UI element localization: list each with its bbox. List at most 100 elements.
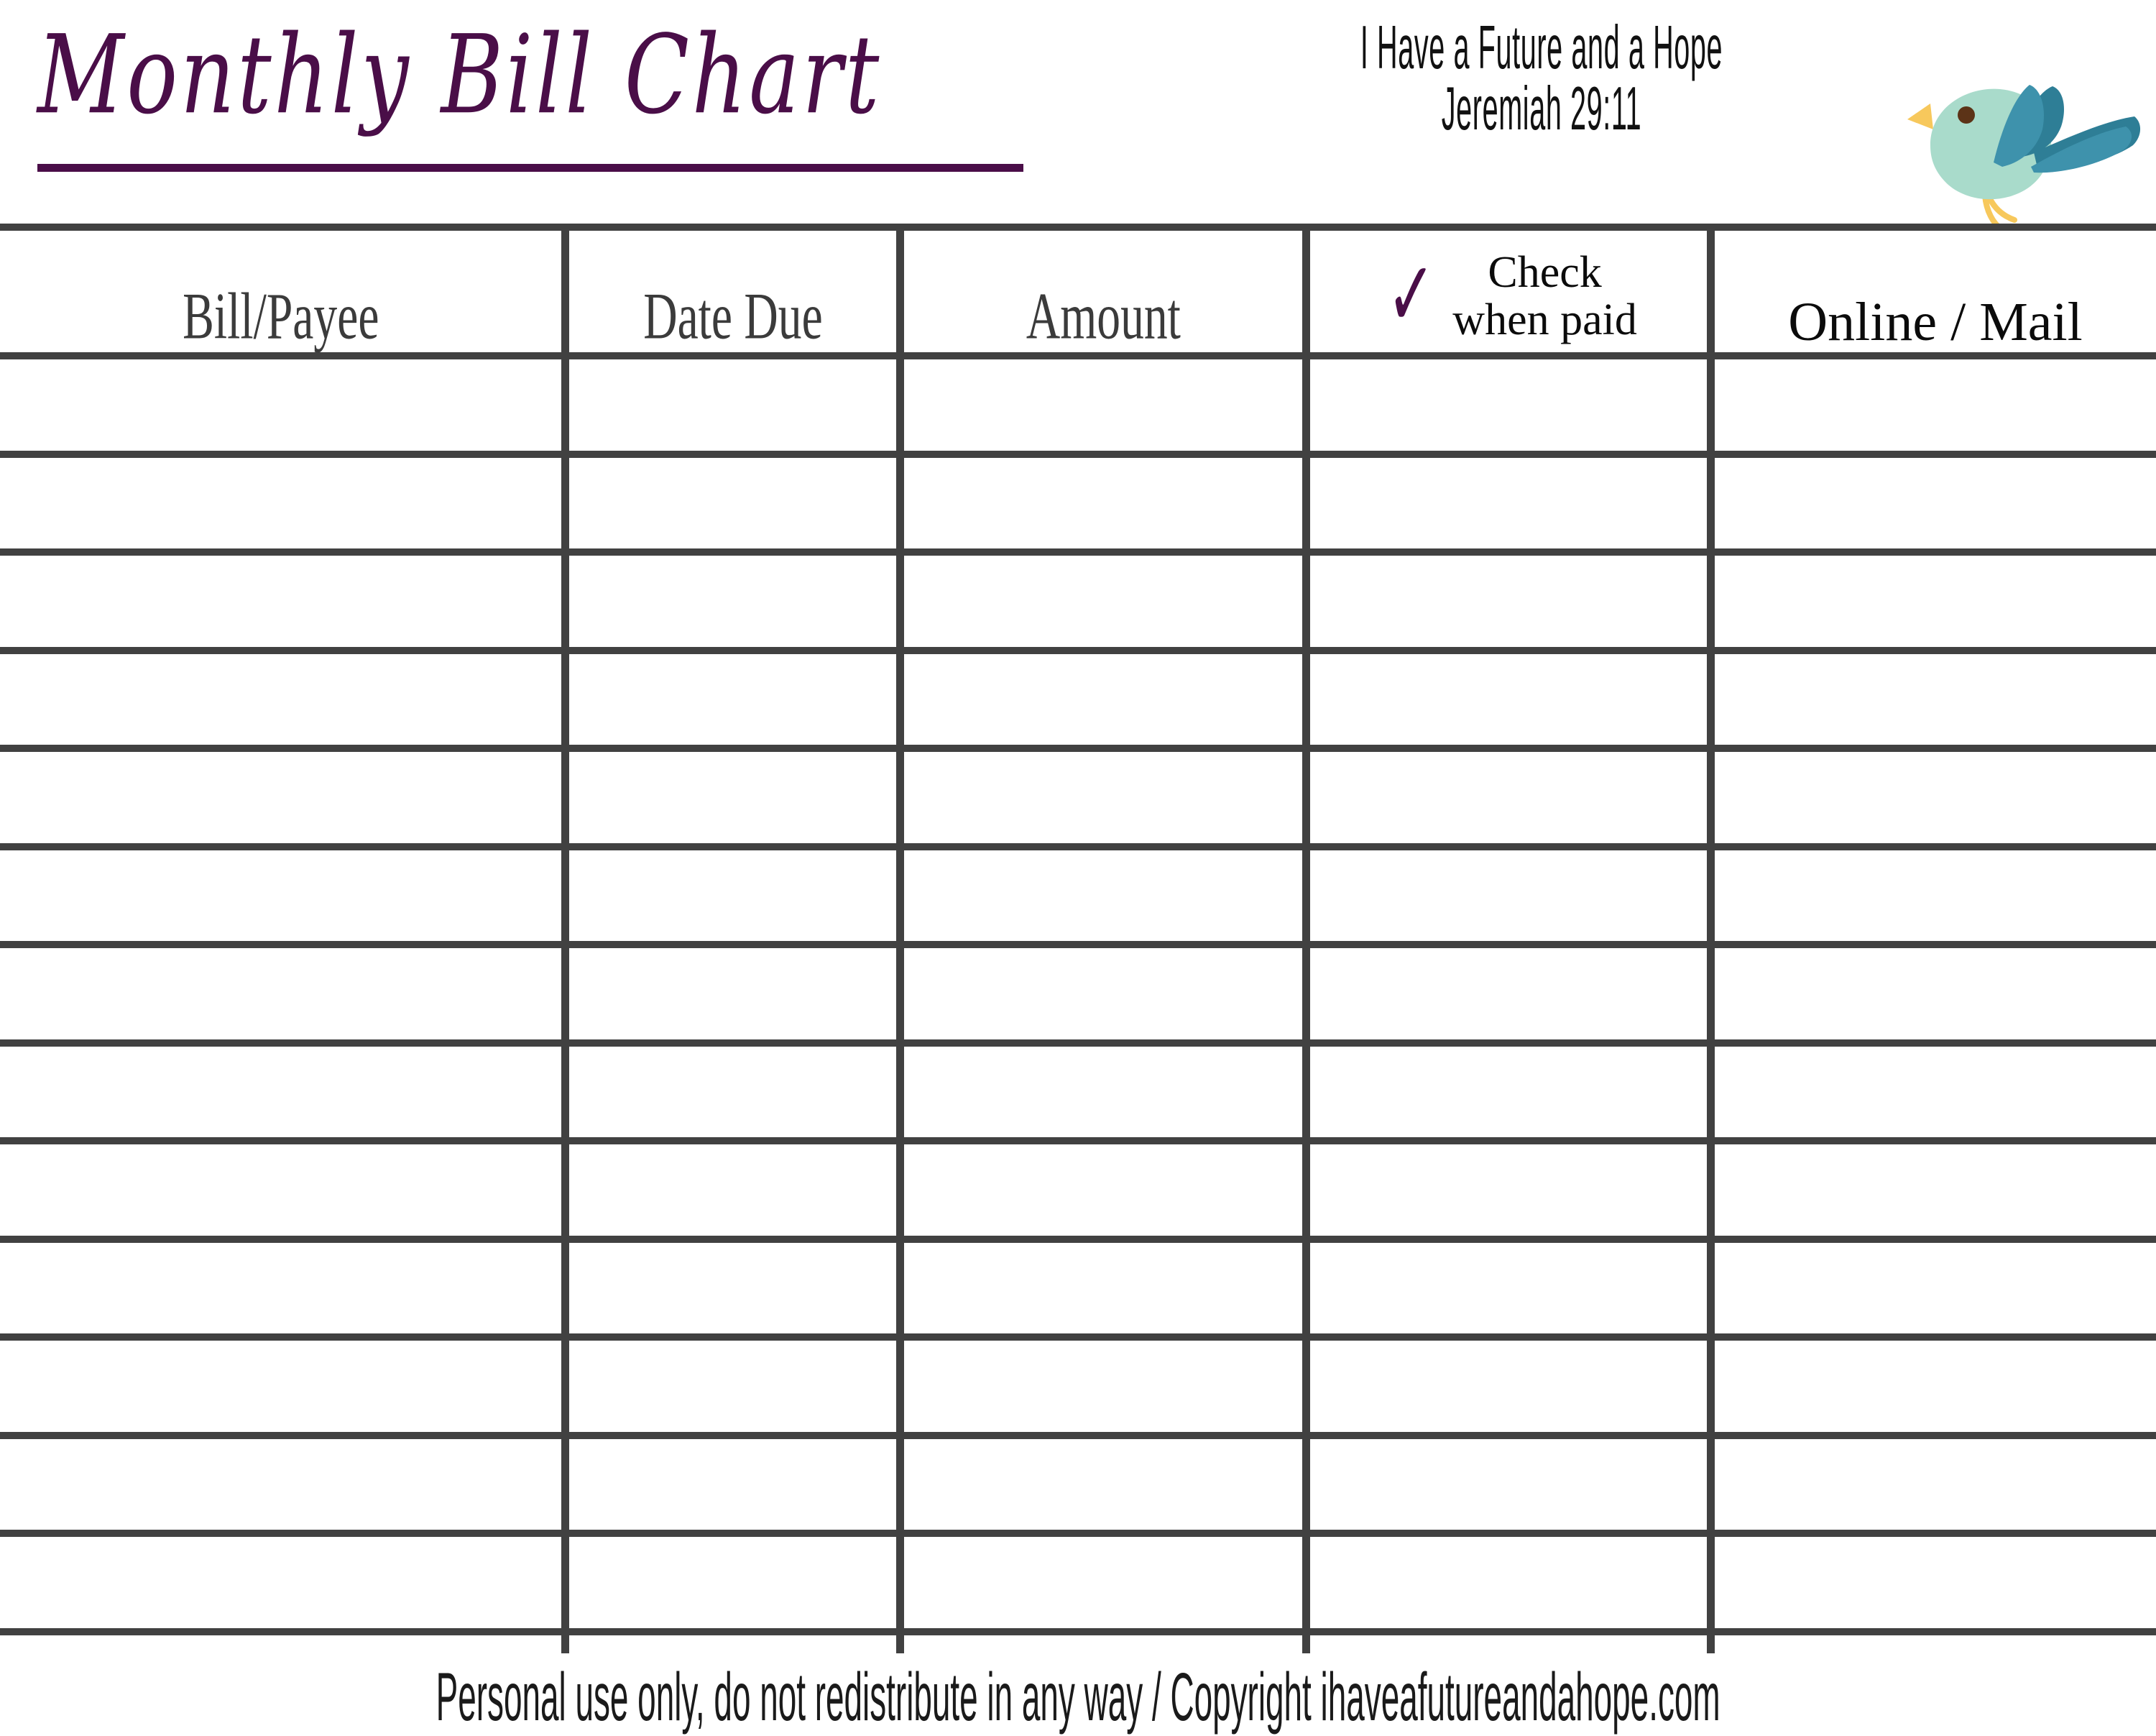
cell-bill-payee[interactable] bbox=[0, 1439, 561, 1530]
cell-check-paid[interactable] bbox=[1310, 1341, 1707, 1432]
column-header-check-when-paid: ✓ Check when paid bbox=[1310, 231, 1707, 352]
cell-date-due[interactable] bbox=[569, 359, 896, 451]
cell-date-due[interactable] bbox=[569, 752, 896, 843]
cell-bill-payee[interactable] bbox=[0, 752, 561, 843]
cell-amount[interactable] bbox=[904, 654, 1302, 745]
column-divider-3-body bbox=[1302, 359, 1310, 1653]
column-divider-1-body bbox=[561, 359, 569, 1653]
cell-date-due[interactable] bbox=[569, 948, 896, 1039]
cell-amount[interactable] bbox=[904, 850, 1302, 942]
cell-online-mail[interactable] bbox=[1715, 1537, 2156, 1628]
cell-check-paid[interactable] bbox=[1310, 850, 1707, 942]
row-divider bbox=[0, 451, 2156, 458]
column-divider-4-body bbox=[1707, 359, 1715, 1653]
cell-online-mail[interactable] bbox=[1715, 1047, 2156, 1138]
cell-date-due[interactable] bbox=[569, 850, 896, 942]
cell-check-paid[interactable] bbox=[1310, 948, 1707, 1039]
cell-bill-payee[interactable] bbox=[0, 1047, 561, 1138]
cell-date-due[interactable] bbox=[569, 1341, 896, 1432]
cell-bill-payee[interactable] bbox=[0, 1537, 561, 1628]
table-top-border bbox=[0, 224, 2156, 231]
column-header-online-mail-label: Online / Mail bbox=[1788, 292, 2083, 352]
page-footer: Personal use only, do not redistribute i… bbox=[0, 1658, 2156, 1735]
cell-check-paid[interactable] bbox=[1310, 458, 1707, 549]
cell-online-mail[interactable] bbox=[1715, 948, 2156, 1039]
row-divider bbox=[0, 1137, 2156, 1144]
cell-online-mail[interactable] bbox=[1715, 1144, 2156, 1236]
cell-online-mail[interactable] bbox=[1715, 556, 2156, 647]
cell-bill-payee[interactable] bbox=[0, 1341, 561, 1432]
row-divider bbox=[0, 1628, 2156, 1635]
column-header-online-mail: Online / Mail bbox=[1715, 231, 2156, 352]
cell-online-mail[interactable] bbox=[1715, 654, 2156, 745]
cell-amount[interactable] bbox=[904, 1537, 1302, 1628]
cell-online-mail[interactable] bbox=[1715, 752, 2156, 843]
cell-bill-payee[interactable] bbox=[0, 1144, 561, 1236]
cell-check-paid[interactable] bbox=[1310, 1243, 1707, 1334]
tagline-block: I Have a Future and a Hope Jeremiah 29:1… bbox=[1179, 12, 1904, 139]
cell-date-due[interactable] bbox=[569, 1537, 896, 1628]
cell-check-paid[interactable] bbox=[1310, 752, 1707, 843]
title-underline bbox=[37, 164, 1023, 172]
row-divider bbox=[0, 941, 2156, 948]
cell-amount[interactable] bbox=[904, 1243, 1302, 1334]
cell-bill-payee[interactable] bbox=[0, 458, 561, 549]
cell-amount[interactable] bbox=[904, 1439, 1302, 1530]
column-header-amount: Amount bbox=[904, 231, 1302, 352]
cell-date-due[interactable] bbox=[569, 1047, 896, 1138]
header-bottom-border bbox=[0, 352, 2156, 359]
row-divider bbox=[0, 1039, 2156, 1047]
cell-check-paid[interactable] bbox=[1310, 1144, 1707, 1236]
column-divider-2-body bbox=[896, 359, 904, 1653]
cell-date-due[interactable] bbox=[569, 458, 896, 549]
row-divider bbox=[0, 1530, 2156, 1537]
cell-amount[interactable] bbox=[904, 752, 1302, 843]
cell-online-mail[interactable] bbox=[1715, 1439, 2156, 1530]
row-divider bbox=[0, 745, 2156, 752]
cell-check-paid[interactable] bbox=[1310, 1537, 1707, 1628]
row-divider bbox=[0, 1236, 2156, 1243]
tagline-primary: I Have a Future and a Hope bbox=[1360, 12, 1723, 81]
copyright-notice: Personal use only, do not redistribute i… bbox=[436, 1658, 1720, 1735]
table-header-row: Bill/Payee Date Due Amount ✓ Check when … bbox=[0, 231, 2156, 352]
tagline-scripture-reference: Jeremiah 29:11 bbox=[1441, 73, 1642, 143]
column-header-bill-payee: Bill/Payee bbox=[0, 231, 561, 352]
cell-bill-payee[interactable] bbox=[0, 1243, 561, 1334]
column-header-check-label-line2: when paid bbox=[1452, 295, 1637, 344]
cell-amount[interactable] bbox=[904, 948, 1302, 1039]
cell-online-mail[interactable] bbox=[1715, 1243, 2156, 1334]
cell-check-paid[interactable] bbox=[1310, 1439, 1707, 1530]
row-divider bbox=[0, 1432, 2156, 1439]
cell-check-paid[interactable] bbox=[1310, 654, 1707, 745]
page-header: Monthly Bill Chart I Have a Future and a… bbox=[0, 0, 2156, 232]
cell-online-mail[interactable] bbox=[1715, 359, 2156, 451]
row-divider bbox=[0, 1333, 2156, 1341]
cell-amount[interactable] bbox=[904, 458, 1302, 549]
cell-date-due[interactable] bbox=[569, 556, 896, 647]
cell-bill-payee[interactable] bbox=[0, 359, 561, 451]
cell-date-due[interactable] bbox=[569, 1243, 896, 1334]
cell-amount[interactable] bbox=[904, 359, 1302, 451]
cell-bill-payee[interactable] bbox=[0, 654, 561, 745]
cell-check-paid[interactable] bbox=[1310, 1047, 1707, 1138]
cell-online-mail[interactable] bbox=[1715, 1341, 2156, 1432]
cell-amount[interactable] bbox=[904, 1341, 1302, 1432]
row-divider bbox=[0, 548, 2156, 556]
cell-online-mail[interactable] bbox=[1715, 850, 2156, 942]
cell-check-paid[interactable] bbox=[1310, 556, 1707, 647]
cell-amount[interactable] bbox=[904, 1047, 1302, 1138]
column-header-date-due: Date Due bbox=[569, 231, 896, 352]
cell-bill-payee[interactable] bbox=[0, 850, 561, 942]
cell-amount[interactable] bbox=[904, 1144, 1302, 1236]
cell-bill-payee[interactable] bbox=[0, 948, 561, 1039]
title-block: Monthly Bill Chart bbox=[37, 21, 1058, 172]
row-divider bbox=[0, 647, 2156, 654]
cell-date-due[interactable] bbox=[569, 654, 896, 745]
row-divider bbox=[0, 843, 2156, 850]
cell-amount[interactable] bbox=[904, 556, 1302, 647]
cell-date-due[interactable] bbox=[569, 1144, 896, 1236]
cell-online-mail[interactable] bbox=[1715, 458, 2156, 549]
cell-check-paid[interactable] bbox=[1310, 359, 1707, 451]
cell-bill-payee[interactable] bbox=[0, 556, 561, 647]
cell-date-due[interactable] bbox=[569, 1439, 896, 1530]
